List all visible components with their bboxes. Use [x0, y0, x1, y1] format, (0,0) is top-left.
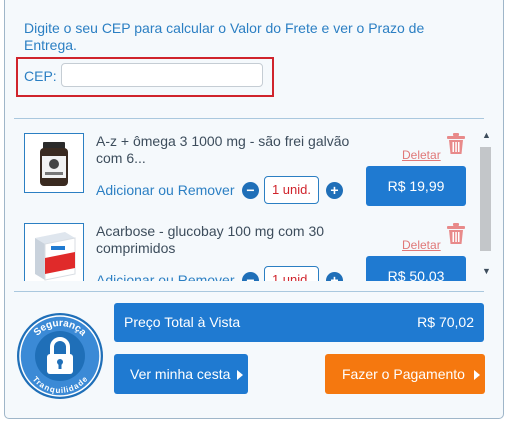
- arrow-right-icon: [474, 370, 480, 380]
- supplement-bottle-icon: [24, 133, 84, 193]
- total-value: R$ 70,02: [417, 314, 474, 330]
- increase-quantity-button[interactable]: +: [326, 272, 343, 281]
- bottom-divider: [14, 291, 484, 292]
- quantity-field[interactable]: 1 unid.: [264, 266, 319, 281]
- cart-item: Acarbose - glucobay 100 mg com 30 compri…: [14, 218, 482, 281]
- total-price-bar: Preço Total à Vista R$ 70,02: [114, 303, 484, 342]
- item-price: R$ 50,03: [366, 256, 466, 281]
- quantity-field[interactable]: 1 unid.: [264, 176, 319, 204]
- arrow-right-icon: [237, 370, 243, 380]
- add-remove-label: Adicionar ou Remover: [96, 182, 235, 198]
- view-cart-label: Ver minha cesta: [130, 366, 231, 382]
- product-name[interactable]: A-z + ômega 3 1000 mg - são frei galvão …: [96, 133, 366, 167]
- top-divider: [14, 118, 484, 119]
- cep-label: CEP:: [24, 68, 57, 84]
- security-seal-badge: Segurança Tranquilidade: [16, 312, 104, 400]
- product-name[interactable]: Acarbose - glucobay 100 mg com 30 compri…: [96, 223, 366, 257]
- decrease-quantity-button[interactable]: −: [242, 182, 259, 199]
- cart-list-scrollbar[interactable]: ▲ ▼: [480, 130, 492, 280]
- delete-link[interactable]: Deletar: [402, 148, 441, 162]
- medicine-box-icon: [24, 223, 84, 281]
- add-remove-label: Adicionar ou Remover: [96, 272, 235, 281]
- scroll-up-arrow-icon[interactable]: ▲: [482, 130, 491, 140]
- scroll-down-arrow-icon[interactable]: ▼: [482, 266, 491, 276]
- decrease-quantity-button[interactable]: −: [242, 272, 259, 281]
- cep-input[interactable]: [61, 63, 263, 87]
- total-label: Preço Total à Vista: [124, 314, 241, 330]
- item-price: R$ 19,99: [366, 166, 466, 206]
- pay-label: Fazer o Pagamento: [342, 366, 465, 382]
- cart-item: A-z + ômega 3 1000 mg - são frei galvão …: [14, 128, 482, 218]
- view-cart-button[interactable]: Ver minha cesta: [114, 354, 248, 394]
- delete-link[interactable]: Deletar: [402, 238, 441, 252]
- trash-icon[interactable]: [446, 133, 466, 160]
- scrollbar-thumb[interactable]: [480, 147, 491, 251]
- shipping-intro-text: Digite o seu CEP para calcular o Valor d…: [24, 20, 425, 53]
- increase-quantity-button[interactable]: +: [326, 182, 343, 199]
- cart-item-list: A-z + ômega 3 1000 mg - são frei galvão …: [14, 123, 482, 281]
- trash-icon[interactable]: [446, 223, 466, 250]
- pay-button[interactable]: Fazer o Pagamento: [325, 354, 485, 394]
